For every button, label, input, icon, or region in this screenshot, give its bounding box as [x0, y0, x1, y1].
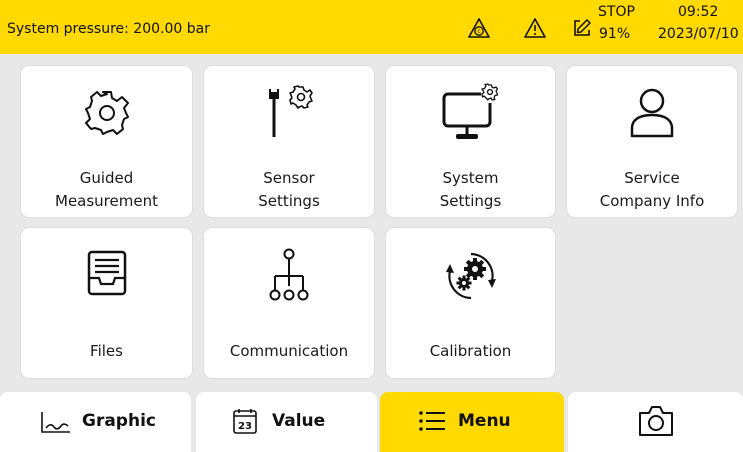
- system-pressure-text: System pressure: 200.00 bar: [7, 21, 210, 37]
- sensor-settings-icon: [269, 85, 313, 137]
- tile-files[interactable]: Files: [21, 228, 192, 378]
- status-bar: System pressure: 200.00 bar c STOP 91% 0…: [0, 0, 743, 54]
- tile-guided-measurement[interactable]: Guided Measurement: [21, 66, 192, 217]
- tab-graphic[interactable]: Graphic: [0, 392, 191, 452]
- user-icon: [630, 88, 674, 138]
- tile-system-settings[interactable]: System Settings: [386, 66, 555, 217]
- tile-label: Sensor Settings: [258, 169, 320, 210]
- tile-service-company-info[interactable]: Service Company Info: [567, 66, 737, 217]
- tile-calibration[interactable]: Calibration: [386, 228, 555, 378]
- svg-text:c: c: [477, 28, 480, 35]
- tile-label: System Settings: [439, 169, 502, 210]
- system-settings-icon: [442, 83, 499, 139]
- camera-icon: [639, 406, 673, 436]
- calibration-icon: [445, 252, 496, 300]
- tile-communication[interactable]: Communication: [204, 228, 374, 378]
- tile-label: Files: [90, 342, 123, 360]
- tile-label: Service Company Info: [599, 169, 705, 210]
- tab-camera[interactable]: [568, 392, 743, 452]
- measurement-state: STOP: [598, 4, 635, 20]
- file-tray-icon: [87, 250, 126, 296]
- battery-level: 91%: [599, 26, 631, 42]
- clock-time: 09:52: [678, 4, 719, 20]
- network-icon: [269, 248, 309, 301]
- tile-sensor-settings[interactable]: Sensor Settings: [204, 66, 374, 217]
- clock-date: 2023/07/10: [658, 26, 739, 42]
- calendar-value-icon: 23: [233, 409, 257, 434]
- tile-label: Communication: [229, 342, 349, 360]
- tab-menu[interactable]: Menu: [380, 392, 564, 452]
- tile-label: Guided Measurement: [55, 169, 158, 210]
- tab-label: Menu: [458, 411, 511, 431]
- edit-icon[interactable]: [571, 17, 593, 39]
- calendar-day-text: 23: [238, 421, 252, 432]
- tab-label: Value: [272, 411, 326, 431]
- warning-icon[interactable]: [523, 17, 547, 39]
- graph-icon: [41, 412, 70, 433]
- tab-label: Graphic: [82, 411, 156, 431]
- list-icon: [419, 411, 445, 431]
- tile-label: Calibration: [429, 342, 512, 360]
- calibration-warning-icon[interactable]: c: [467, 17, 491, 39]
- tab-value[interactable]: 23 Value: [196, 392, 377, 452]
- gear-icon: [84, 91, 129, 135]
